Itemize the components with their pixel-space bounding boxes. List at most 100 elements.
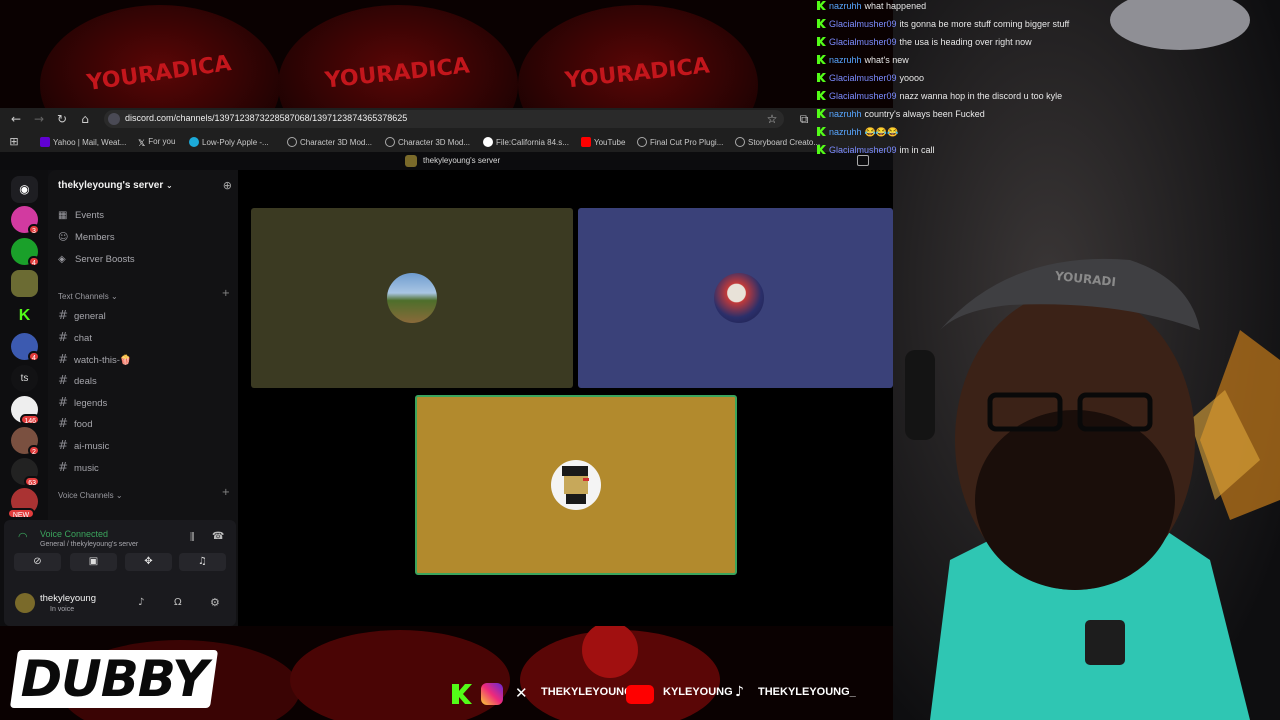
channel-legends[interactable]: # legends (58, 395, 107, 409)
bookmark-character-1[interactable]: Character 3D Mod... (287, 137, 372, 147)
discord-home-button[interactable]: ◉ (11, 176, 38, 203)
server-badge: 3 (28, 224, 40, 235)
invite-people-icon[interactable]: ⊕ (223, 179, 232, 192)
noise-suppression-icon[interactable]: ⫼ (190, 532, 195, 543)
channel-food[interactable]: # food (58, 416, 93, 430)
anime-avatar (714, 273, 764, 323)
stream-chat: nazruhh what happened Glacialmusher09 its … (813, 0, 1280, 160)
browser-toolbar: ← → ↻ ⌂ discord.com/channels/13971238732… (0, 108, 893, 130)
chat-message: Glacialmusher09 its gonna be more stuff c… (817, 19, 1069, 29)
bookmark-wiki[interactable]: File:California 84.s... (483, 137, 569, 147)
user-name[interactable]: thekyleyoung (40, 593, 96, 604)
bookmark-final-cut[interactable]: Final Cut Pro Plugi... (637, 137, 723, 147)
discord-titlebar: thekyleyoung's server (0, 152, 893, 170)
server-badge: 4 (28, 256, 40, 267)
soundboard-button[interactable]: ♫ (179, 553, 226, 571)
category-voice-channels[interactable]: Voice Channels ⌄ (58, 491, 123, 500)
channel-chat[interactable]: # chat (58, 330, 92, 344)
channel-watch-this[interactable]: # watch-this-🍿 (58, 352, 132, 366)
server-icon-10[interactable]: NEW (7, 488, 38, 519)
menu-members[interactable]: ☺ Members (58, 232, 115, 243)
chat-message: Glacialmusher09 nazz wanna hop in the dis… (817, 91, 1062, 101)
kick-icon (817, 127, 826, 136)
chat-message: Glacialmusher09 the usa is heading over r… (817, 37, 1032, 47)
add-voice-channel-icon[interactable]: + (222, 487, 230, 498)
bookmark-storyboard[interactable]: Storyboard Creato... (735, 137, 820, 147)
apps-grid-icon[interactable]: ⊞ (6, 135, 22, 149)
bookmark-low-poly[interactable]: Low-Poly Apple -... (189, 137, 269, 147)
kick-icon (817, 1, 826, 10)
activities-button[interactable]: ✥ (125, 553, 172, 571)
server-icon-8[interactable]: 2 (11, 427, 40, 456)
participant-tile-1[interactable] (251, 208, 573, 388)
bookmark-youtube[interactable]: YouTube (581, 137, 625, 147)
extensions-icon[interactable]: ⧉ (796, 112, 812, 126)
yahoo-icon (40, 137, 50, 147)
microphone-icon[interactable]: ♪ (138, 597, 144, 608)
forward-icon[interactable]: → (31, 112, 47, 126)
bookmark-star-icon[interactable]: ☆ (764, 112, 780, 126)
server-icon-2[interactable]: 4 (11, 238, 40, 267)
channel-deals[interactable]: # deals (58, 373, 97, 387)
hashtag-icon: # (58, 373, 69, 387)
globe-icon (287, 137, 297, 147)
reload-icon[interactable]: ↻ (54, 112, 70, 126)
server-icon-1[interactable]: 3 (11, 206, 40, 235)
youtube-icon (581, 137, 591, 147)
back-icon[interactable]: ← (8, 112, 24, 126)
menu-server-boosts[interactable]: ◈ Server Boosts (58, 254, 135, 265)
category-text-channels[interactable]: Text Channels ⌄ (58, 292, 118, 301)
server-icon-ts[interactable]: ts (11, 365, 38, 392)
chevron-down-icon: ⌄ (115, 491, 123, 500)
server-icon-7[interactable]: 146 (11, 396, 40, 425)
titlebar-title: thekyleyoung's server (423, 156, 501, 165)
disconnect-icon[interactable]: ☎ (212, 531, 224, 542)
chat-message: nazruhh 😂😂😂 (817, 127, 898, 138)
chat-message: nazruhh what's new (817, 55, 909, 65)
kick-icon (817, 19, 826, 28)
add-channel-icon[interactable]: + (222, 288, 230, 299)
participant-tile-3-speaking[interactable] (415, 395, 737, 575)
participant-tile-2[interactable] (578, 208, 893, 388)
headphones-icon[interactable]: Ω (174, 597, 182, 608)
server-icon-3[interactable] (11, 270, 38, 297)
globe-icon (637, 137, 647, 147)
tiktok-handle: THEKYLEYOUNG_ (758, 686, 856, 698)
bookmark-x[interactable]: 𝕏 For you (138, 137, 175, 148)
user-status: In voice (50, 606, 75, 613)
x-handle: THEKYLEYOUNG (541, 686, 633, 698)
settings-gear-icon[interactable]: ⚙ (210, 596, 220, 609)
channel-general[interactable]: # general (58, 308, 106, 322)
server-icon-kick[interactable]: K (11, 302, 38, 329)
chat-message: Glacialmusher09 yoooo (817, 73, 924, 83)
bookmark-yahoo[interactable]: Yahoo | Mail, Weat... (40, 137, 126, 147)
menu-events[interactable]: ▦ Events (58, 210, 104, 221)
server-name-header[interactable]: thekyleyoung's server ⌄ (58, 180, 173, 191)
chevron-down-icon: ⌄ (166, 181, 173, 190)
server-icon-9[interactable]: 63 (11, 458, 40, 487)
kick-icon (817, 91, 826, 100)
server-badge: 63 (24, 476, 40, 487)
kick-icon (817, 37, 826, 46)
site-info-icon[interactable] (108, 113, 120, 125)
channel-music[interactable]: # music (58, 460, 99, 474)
address-bar[interactable]: discord.com/channels/1397123873228587068… (104, 110, 784, 128)
kick-icon (817, 145, 826, 154)
screen-share-button[interactable]: ▣ (70, 553, 117, 571)
channel-ai-music[interactable]: # ai-music (58, 438, 109, 452)
voice-status[interactable]: Voice Connected (40, 529, 108, 539)
chat-message: nazruhh what happened (817, 1, 926, 11)
voice-location[interactable]: General / thekyleyoung's server (40, 541, 138, 548)
user-avatar[interactable] (15, 593, 35, 613)
hashtag-icon: # (58, 416, 69, 430)
home-icon[interactable]: ⌂ (77, 112, 93, 126)
dubby-logo: DUBBY (9, 650, 219, 708)
bookmark-character-2[interactable]: Character 3D Mod... (385, 137, 470, 147)
kick-icon (817, 55, 826, 64)
chat-message: Glacialmusher09 im in call (817, 145, 935, 155)
server-icon-5[interactable]: 4 (11, 333, 40, 362)
camera-off-button[interactable]: ⊘ (14, 553, 61, 571)
chat-message: nazruhh country's always been Fucked (817, 109, 985, 119)
youtube-handle: KYLEYOUNG (663, 686, 733, 698)
browser-window: ← → ↻ ⌂ discord.com/channels/13971238732… (0, 108, 893, 626)
